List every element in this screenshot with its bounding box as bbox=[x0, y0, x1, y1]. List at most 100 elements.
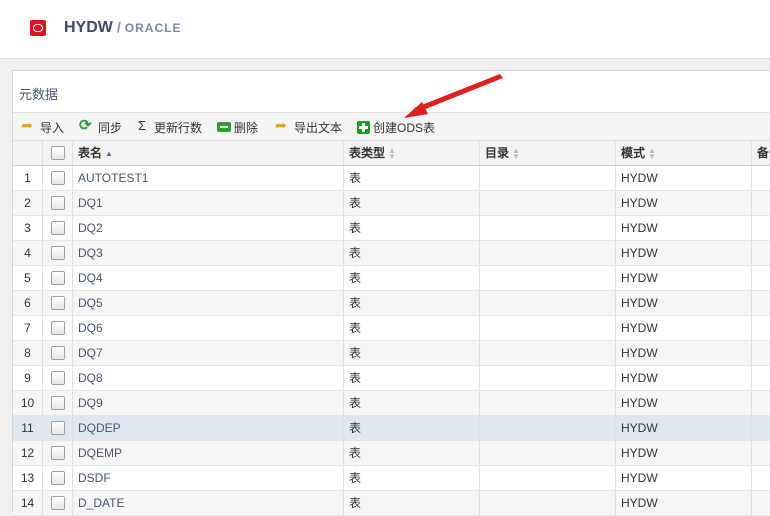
delete-button[interactable]: 删除 bbox=[217, 118, 258, 136]
cell-note bbox=[752, 291, 770, 315]
sync-button[interactable]: 同步 bbox=[79, 116, 122, 136]
cell-mode: HYDW bbox=[616, 166, 752, 190]
table-row[interactable]: 11 DQDEP 表 HYDW bbox=[13, 416, 770, 441]
table-name: AUTOTEST1 bbox=[78, 171, 149, 185]
oracle-logo-icon bbox=[30, 20, 46, 36]
row-checkbox-cell bbox=[43, 291, 73, 315]
row-checkbox-cell bbox=[43, 491, 73, 515]
row-checkbox-cell bbox=[43, 466, 73, 490]
table-name: DQ7 bbox=[78, 346, 103, 360]
cell-note bbox=[752, 391, 770, 415]
row-checkbox[interactable] bbox=[51, 296, 65, 310]
table-row[interactable]: 14 D_DATE 表 HYDW bbox=[13, 491, 770, 516]
sync-icon bbox=[79, 116, 95, 135]
row-checkbox-cell bbox=[43, 341, 73, 365]
cell-dir bbox=[480, 166, 616, 190]
row-number: 12 bbox=[13, 441, 43, 465]
table-row[interactable]: 5 DQ4 表 HYDW bbox=[13, 266, 770, 291]
row-checkbox[interactable] bbox=[51, 321, 65, 335]
cell-name: DQ5 bbox=[73, 291, 344, 315]
cell-mode: HYDW bbox=[616, 466, 752, 490]
table-name: DQ1 bbox=[78, 196, 103, 210]
table-row[interactable]: 12 DQEMP 表 HYDW bbox=[13, 441, 770, 466]
row-checkbox[interactable] bbox=[51, 346, 65, 360]
cell-mode: HYDW bbox=[616, 266, 752, 290]
cell-mode: HYDW bbox=[616, 441, 752, 465]
row-checkbox[interactable] bbox=[51, 496, 65, 510]
cell-note bbox=[752, 241, 770, 265]
header-note[interactable]: 备 bbox=[752, 141, 770, 165]
title-separator: / bbox=[116, 19, 121, 35]
cell-mode: HYDW bbox=[616, 191, 752, 215]
cell-mode: HYDW bbox=[616, 366, 752, 390]
cell-dir bbox=[480, 466, 616, 490]
cell-note bbox=[752, 491, 770, 515]
cell-type: 表 bbox=[344, 266, 480, 290]
export-text-button[interactable]: 导出文本 bbox=[275, 117, 343, 136]
cell-dir bbox=[480, 216, 616, 240]
table-row[interactable]: 4 DQ3 表 HYDW bbox=[13, 241, 770, 266]
table-row[interactable]: 6 DQ5 表 HYDW bbox=[13, 291, 770, 316]
row-checkbox[interactable] bbox=[51, 421, 65, 435]
add-icon bbox=[357, 120, 370, 134]
header-type[interactable]: 表类型 ▲ ▼ bbox=[344, 141, 480, 165]
row-checkbox-cell bbox=[43, 216, 73, 240]
import-label: 导入 bbox=[40, 120, 65, 135]
cell-type: 表 bbox=[344, 316, 480, 340]
row-checkbox[interactable] bbox=[51, 171, 65, 185]
table-name: DQ8 bbox=[78, 371, 103, 385]
cell-note bbox=[752, 316, 770, 340]
cell-mode: HYDW bbox=[616, 216, 752, 240]
update-rows-button[interactable]: 更新行数 bbox=[135, 118, 202, 136]
header-mode[interactable]: 模式 ▲ ▼ bbox=[616, 141, 752, 165]
table-row[interactable]: 2 DQ1 表 HYDW bbox=[13, 191, 770, 216]
table-row[interactable]: 3 DQ2 表 HYDW bbox=[13, 216, 770, 241]
row-checkbox[interactable] bbox=[51, 271, 65, 285]
header-dir[interactable]: 目录 ▲ ▼ bbox=[480, 141, 616, 165]
table-row[interactable]: 9 DQ8 表 HYDW bbox=[13, 366, 770, 391]
row-number: 5 bbox=[13, 266, 43, 290]
table-name: DQ3 bbox=[78, 246, 103, 260]
table-row[interactable]: 1 AUTOTEST1 表 HYDW bbox=[13, 166, 770, 191]
cell-name: DQ2 bbox=[73, 216, 344, 240]
row-checkbox[interactable] bbox=[51, 196, 65, 210]
table-row[interactable]: 13 DSDF 表 HYDW bbox=[13, 466, 770, 491]
cell-name: DQ9 bbox=[73, 391, 344, 415]
cell-note bbox=[752, 366, 770, 390]
row-checkbox[interactable] bbox=[51, 371, 65, 385]
cell-mode: HYDW bbox=[616, 291, 752, 315]
row-checkbox[interactable] bbox=[51, 446, 65, 460]
cell-name: DQDEP bbox=[73, 416, 344, 440]
row-checkbox[interactable] bbox=[51, 471, 65, 485]
cell-type: 表 bbox=[344, 391, 480, 415]
row-checkbox-cell bbox=[43, 241, 73, 265]
row-number: 7 bbox=[13, 316, 43, 340]
cell-note bbox=[752, 416, 770, 440]
header-mode-label: 模式 bbox=[621, 146, 646, 160]
cell-name: DQ3 bbox=[73, 241, 344, 265]
title-subtitle: ORACLE bbox=[124, 21, 182, 35]
row-checkbox[interactable] bbox=[51, 396, 65, 410]
table-name: DQ2 bbox=[78, 221, 103, 235]
select-all-checkbox[interactable] bbox=[51, 146, 65, 160]
table-row[interactable]: 8 DQ7 表 HYDW bbox=[13, 341, 770, 366]
table-header: 表名 ▲ 表类型 ▲ ▼ 目录 ▲ ▼ 模式 ▲ ▼ 备 bbox=[13, 141, 770, 166]
row-checkbox-cell bbox=[43, 191, 73, 215]
header-name[interactable]: 表名 ▲ bbox=[73, 141, 344, 165]
cell-dir bbox=[480, 441, 616, 465]
row-checkbox-cell bbox=[43, 166, 73, 190]
delete-label: 删除 bbox=[234, 120, 259, 135]
table-name: DQEMP bbox=[78, 446, 123, 460]
table-name: DQ5 bbox=[78, 296, 103, 310]
table-row[interactable]: 7 DQ6 表 HYDW bbox=[13, 316, 770, 341]
cell-type: 表 bbox=[344, 441, 480, 465]
import-button[interactable]: 导入 bbox=[21, 117, 65, 136]
row-checkbox[interactable] bbox=[51, 246, 65, 260]
sort-icon: ▲ ▼ bbox=[648, 145, 656, 161]
row-checkbox[interactable] bbox=[51, 221, 65, 235]
header-name-label: 表名 bbox=[78, 146, 103, 160]
cell-type: 表 bbox=[344, 491, 480, 515]
export-text-label: 导出文本 bbox=[294, 120, 343, 135]
table-row[interactable]: 10 DQ9 表 HYDW bbox=[13, 391, 770, 416]
cell-note bbox=[752, 166, 770, 190]
